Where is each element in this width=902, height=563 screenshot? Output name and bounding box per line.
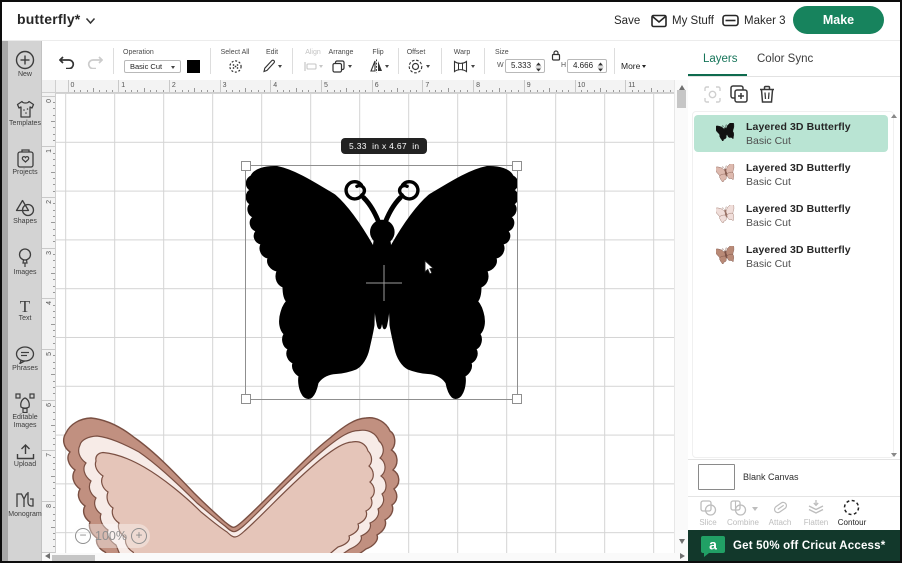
svg-text:a: a xyxy=(709,536,717,552)
svg-text:T: T xyxy=(20,298,31,314)
